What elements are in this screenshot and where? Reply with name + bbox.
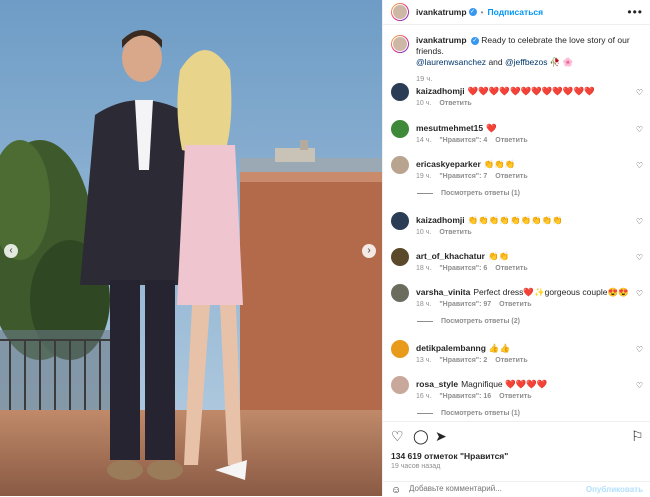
comment-likes[interactable]: "Нравится": 2 xyxy=(439,357,487,364)
comment-text: Magnifique ❤️❤️❤️❤️ xyxy=(461,379,548,389)
commenter-avatar[interactable] xyxy=(391,120,409,138)
commenter-avatar[interactable] xyxy=(391,376,409,394)
reply-button[interactable]: Ответить xyxy=(499,393,531,400)
verified-badge-icon: ✓ xyxy=(468,8,477,16)
post-photo-illustration xyxy=(0,0,382,496)
reply-button[interactable]: Ответить xyxy=(439,229,471,236)
reply-button[interactable]: Ответить xyxy=(495,137,527,144)
like-comment-heart-icon[interactable]: ♡ xyxy=(636,289,643,298)
commenter-username[interactable]: ericaskyeparker xyxy=(416,159,481,169)
comment-time: 13 ч. xyxy=(416,357,432,364)
commenter-username[interactable]: kaizadhomji xyxy=(416,86,465,96)
comment-likes[interactable]: "Нравится": 16 xyxy=(439,393,491,400)
comment-likes[interactable]: "Нравится": 4 xyxy=(439,137,487,144)
commenter-username[interactable]: kaizadhomji xyxy=(416,215,465,225)
comment-likes[interactable]: "Нравится": 97 xyxy=(439,301,491,308)
like-comment-heart-icon[interactable]: ♡ xyxy=(636,88,643,97)
commenter-username[interactable]: mesutmehmet15 xyxy=(416,123,483,133)
comment-text: 👍👍 xyxy=(488,343,511,353)
caption-and: and xyxy=(488,57,503,67)
author-avatar[interactable] xyxy=(391,3,409,21)
comment-time: 14 ч. xyxy=(416,137,432,144)
comment-time: 16 ч. xyxy=(416,393,432,400)
comment-time: 18 ч. xyxy=(416,265,432,272)
like-comment-heart-icon[interactable]: ♡ xyxy=(636,217,643,226)
reply-button[interactable]: Ответить xyxy=(495,265,527,272)
comment-text: ❤️❤️❤️❤️❤️❤️❤️❤️❤️❤️❤️❤️ xyxy=(467,86,595,96)
share-send-icon[interactable]: ➤ xyxy=(435,428,447,445)
view-replies-button[interactable]: Посмотреть ответы (1) xyxy=(417,190,520,197)
like-comment-heart-icon[interactable]: ♡ xyxy=(636,161,643,170)
comment-text: 👏👏👏 xyxy=(483,159,516,169)
like-heart-icon[interactable]: ♡ xyxy=(391,428,404,445)
previous-image-button[interactable]: ‹ xyxy=(4,244,18,258)
reply-button[interactable]: Ответить xyxy=(439,100,471,107)
comment-likes[interactable]: "Нравится": 6 xyxy=(439,265,487,272)
comment-text: 👏👏 xyxy=(487,251,510,261)
reply-button[interactable]: Ответить xyxy=(495,357,527,364)
caption-avatar[interactable] xyxy=(391,35,409,53)
caption-username[interactable]: ivankatrump xyxy=(416,35,467,45)
commenter-avatar[interactable] xyxy=(391,248,409,266)
comment-time: 10 ч. xyxy=(416,100,432,107)
post-header: ivankatrump ✓ • Подписаться ••• xyxy=(383,0,650,25)
comment-text: Perfect dress❤️✨gorgeous couple😍😍 xyxy=(473,287,629,297)
follow-button[interactable]: Подписаться xyxy=(488,7,544,17)
like-comment-heart-icon[interactable]: ♡ xyxy=(636,125,643,134)
commenter-username[interactable]: rosa_style xyxy=(416,379,458,389)
comment-likes[interactable]: "Нравится": 7 xyxy=(439,173,487,180)
post-sidebar: ivankatrump ✓ • Подписаться ••• ivankatr… xyxy=(382,0,650,496)
comment-text: ❤️ xyxy=(486,123,497,133)
comment-time: 10 ч. xyxy=(416,229,432,236)
mention-link[interactable]: @laurenwsanchez xyxy=(416,57,486,67)
save-bookmark-icon[interactable]: ⚐ xyxy=(631,428,644,445)
post-photo[interactable]: ‹ › xyxy=(0,0,382,496)
like-comment-heart-icon[interactable]: ♡ xyxy=(636,345,643,354)
next-image-button[interactable]: › xyxy=(362,244,376,258)
comment-time: 19 ч. xyxy=(416,173,432,180)
publish-button[interactable]: Опубликовать xyxy=(586,485,643,494)
like-comment-heart-icon[interactable]: ♡ xyxy=(636,253,643,262)
comment-composer: ☺ Опубликовать xyxy=(383,481,650,497)
view-replies-button[interactable]: Посмотреть ответы (1) xyxy=(417,410,520,417)
reply-button[interactable]: Ответить xyxy=(495,173,527,180)
commenter-username[interactable]: detikpalembanng xyxy=(416,343,486,353)
separator-dot: • xyxy=(480,7,484,17)
reply-button[interactable]: Ответить xyxy=(499,301,531,308)
caption-emojis: 🥀 🌸 xyxy=(549,57,574,67)
comment-input[interactable] xyxy=(409,484,589,493)
commenter-username[interactable]: art_of_khachatur xyxy=(416,251,485,261)
post-caption: ivankatrump ✓ Ready to celebrate the lov… xyxy=(383,25,650,84)
more-options-icon[interactable]: ••• xyxy=(627,5,643,19)
post-time-ago: 19 часов назад xyxy=(391,463,441,470)
comment-bubble-icon[interactable]: ◯ xyxy=(413,428,429,445)
like-comment-heart-icon[interactable]: ♡ xyxy=(636,381,643,390)
author-username[interactable]: ivankatrump xyxy=(416,7,467,17)
commenter-avatar[interactable] xyxy=(391,340,409,358)
likes-count[interactable]: 134 619 отметок "Нравится" xyxy=(391,451,508,461)
caption-time: 19 ч. xyxy=(416,74,433,83)
comment-time: 18 ч. xyxy=(416,301,432,308)
emoji-picker-icon[interactable]: ☺ xyxy=(391,485,401,496)
view-replies-button[interactable]: Посмотреть ответы (2) xyxy=(417,318,520,325)
commenter-avatar[interactable] xyxy=(391,83,409,101)
commenter-avatar[interactable] xyxy=(391,156,409,174)
commenter-username[interactable]: varsha_vinita xyxy=(416,287,470,297)
commenter-avatar[interactable] xyxy=(391,212,409,230)
mention-link[interactable]: @jeffbezos xyxy=(505,57,548,67)
commenter-avatar[interactable] xyxy=(391,284,409,302)
comment-text: 👏👏👏👏👏👏👏👏👏 xyxy=(467,215,563,225)
verified-badge-icon: ✓ xyxy=(470,36,479,45)
